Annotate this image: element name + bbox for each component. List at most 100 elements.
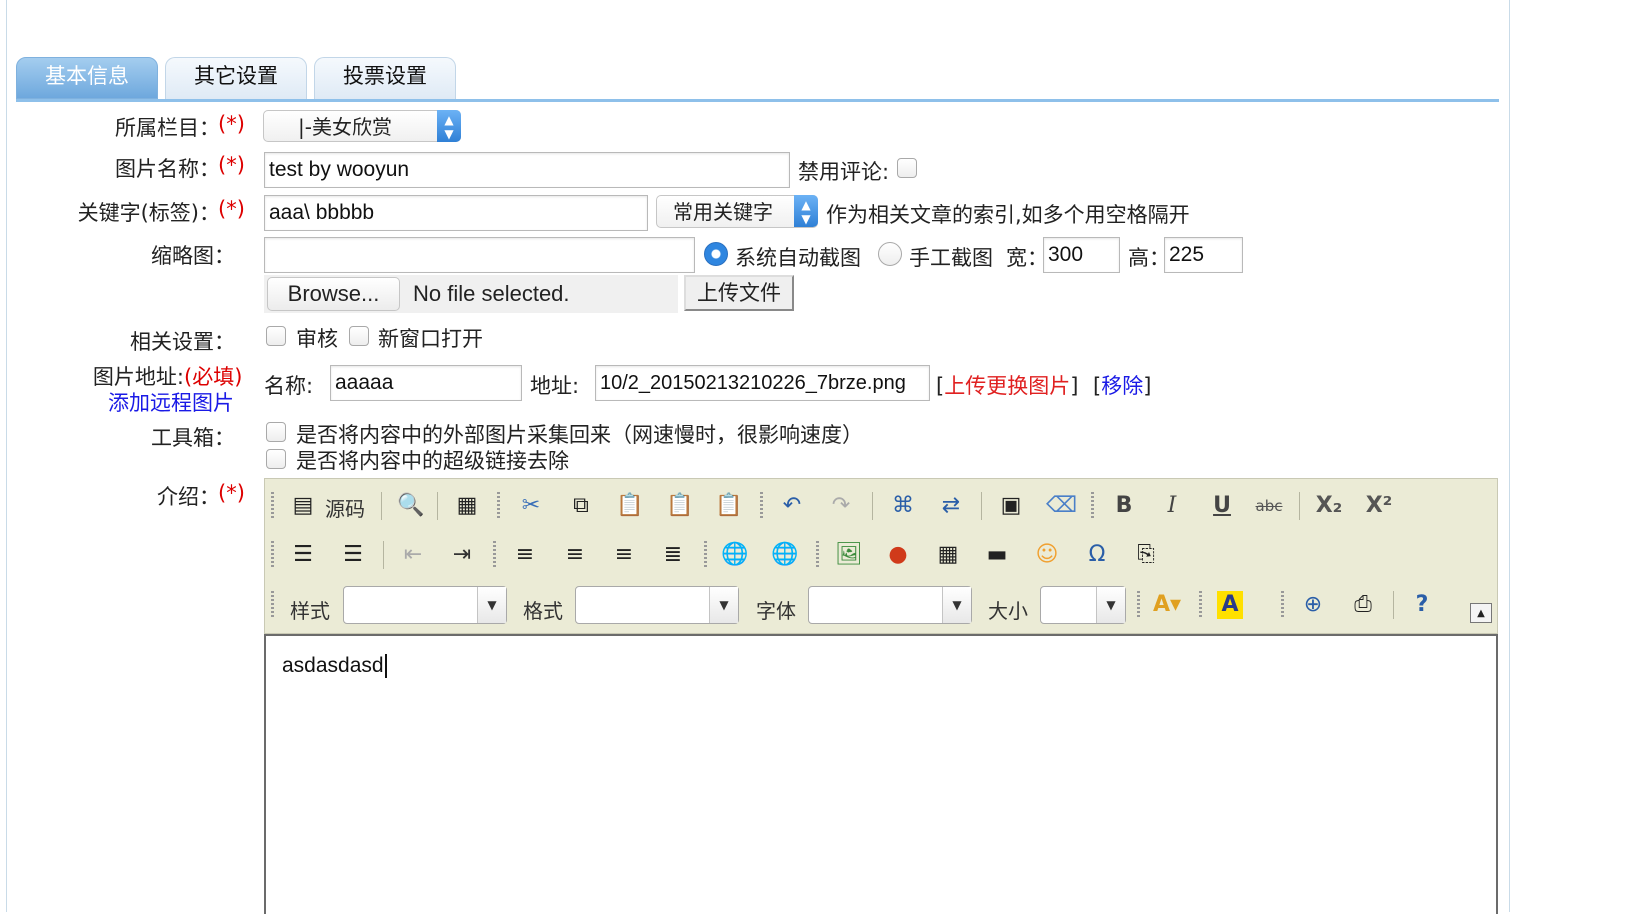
toolbar-separator xyxy=(1393,591,1394,619)
new-window-checkbox[interactable] xyxy=(349,326,369,346)
disable-comment-checkbox[interactable] xyxy=(897,158,917,178)
remove-links-checkbox[interactable] xyxy=(266,449,286,469)
related-settings-label: 相关设置： xyxy=(130,330,235,354)
required-mark: (*) xyxy=(218,481,245,505)
align-center-icon[interactable]: ≡ xyxy=(561,541,589,569)
page-break-icon[interactable]: ⎘ xyxy=(1132,541,1160,569)
add-remote-image-link[interactable]: 添加远程图片 xyxy=(108,387,234,417)
underline-icon[interactable]: U xyxy=(1208,492,1236,520)
text-color-icon[interactable]: A▾ xyxy=(1153,591,1181,619)
bracket-close: ] xyxy=(1070,374,1079,398)
unlink-icon[interactable]: 🌐 xyxy=(771,541,799,569)
help-icon[interactable]: ? xyxy=(1408,591,1436,619)
toolbox-label: 工具箱： xyxy=(151,426,235,450)
cut-icon[interactable]: ✂ xyxy=(517,492,545,520)
special-char-icon[interactable]: Ω xyxy=(1083,541,1111,569)
font-label: 字体 xyxy=(756,599,796,623)
template-icon[interactable]: ▦ xyxy=(453,492,481,520)
thumbnail-input[interactable] xyxy=(264,237,695,273)
remove-image-link[interactable]: 移除 xyxy=(1101,374,1143,398)
file-status: No file selected. xyxy=(413,281,570,306)
browse-button[interactable]: Browse... xyxy=(267,277,400,311)
upload-replace-image-link[interactable]: 上传更换图片 xyxy=(944,374,1070,398)
size-label: 大小 xyxy=(988,599,1028,623)
paste-text-icon[interactable]: 📋 xyxy=(666,492,694,520)
find-icon[interactable]: ⌘ xyxy=(889,492,917,520)
toolbar-separator xyxy=(381,492,382,520)
redo-icon[interactable]: ↷ xyxy=(827,492,855,520)
flash-icon[interactable]: ● xyxy=(884,541,912,569)
tab-other-settings[interactable]: 其它设置 xyxy=(165,57,307,99)
numbered-list-icon[interactable]: ☰ xyxy=(289,541,317,569)
smiley-icon[interactable]: ☺ xyxy=(1033,541,1061,569)
remove-format-icon[interactable]: ⌫ xyxy=(1046,492,1077,520)
source-button-label[interactable]: 源码 xyxy=(325,493,365,522)
category-label: 所属栏目： xyxy=(115,116,220,140)
bg-color-icon[interactable]: A xyxy=(1217,591,1243,619)
bold-icon[interactable]: B xyxy=(1110,492,1138,520)
justify-icon[interactable]: ≣ xyxy=(659,541,687,569)
select-all-icon[interactable]: ▣ xyxy=(997,492,1025,520)
paste-icon[interactable]: 📋 xyxy=(616,492,644,520)
width-input[interactable] xyxy=(1043,237,1120,273)
strike-icon[interactable]: abc xyxy=(1255,492,1283,520)
image-address-input[interactable] xyxy=(595,365,930,401)
keywords-hint: 作为相关文章的索引,如多个用空格隔开 xyxy=(826,203,1190,227)
upload-file-button[interactable]: 上传文件 xyxy=(684,275,794,311)
tab-basic-info[interactable]: 基本信息 xyxy=(16,57,158,99)
preview-icon[interactable]: 🔍 xyxy=(397,492,425,520)
style-combo[interactable]: ▼ xyxy=(343,586,507,624)
image-icon[interactable]: 🖼 xyxy=(835,541,863,569)
maximize-icon[interactable]: ⊕ xyxy=(1299,591,1327,619)
italic-icon[interactable]: I xyxy=(1158,492,1186,520)
table-icon[interactable]: ▦ xyxy=(934,541,962,569)
toolbar-grip xyxy=(704,541,707,569)
replace-icon[interactable]: ⇄ xyxy=(937,492,965,520)
toolbar-grip xyxy=(760,492,763,520)
source-icon[interactable]: ▤ xyxy=(289,492,317,520)
align-right-icon[interactable]: ≡ xyxy=(610,541,638,569)
size-combo[interactable]: ▼ xyxy=(1040,586,1126,624)
auto-crop-radio[interactable] xyxy=(704,242,728,266)
common-keywords-value: 常用关键字 xyxy=(673,200,773,224)
paste-word-icon[interactable]: 📋 xyxy=(715,492,743,520)
show-blocks-icon[interactable]: ⎙ xyxy=(1349,591,1377,619)
width-label: 宽： xyxy=(1006,246,1048,270)
tab-underline xyxy=(16,99,1499,102)
dropdown-arrow-icon: ▼ xyxy=(1096,587,1125,623)
copy-icon[interactable]: ⧉ xyxy=(567,492,595,520)
subscript-icon[interactable]: X₂ xyxy=(1315,492,1343,520)
toolbar-grip xyxy=(816,541,819,569)
editor-content-area[interactable]: asdasdasd xyxy=(264,634,1498,914)
collapse-toolbar-icon[interactable]: ▲ xyxy=(1470,603,1492,623)
undo-icon[interactable]: ↶ xyxy=(778,492,806,520)
toolbar-grip xyxy=(493,541,496,569)
align-left-icon[interactable]: ≡ xyxy=(511,541,539,569)
category-select[interactable]: |-美女欣赏 ▲ ▼ xyxy=(263,110,461,142)
title-label: 图片名称： xyxy=(115,157,220,181)
collect-images-checkbox[interactable] xyxy=(266,422,286,442)
format-combo[interactable]: ▼ xyxy=(575,586,739,624)
common-keywords-select[interactable]: 常用关键字 ▲ ▼ xyxy=(656,195,818,228)
height-input[interactable] xyxy=(1164,237,1243,273)
required-mark: (*) xyxy=(218,197,245,221)
select-arrow-icon: ▲ ▼ xyxy=(437,110,461,142)
manual-crop-radio[interactable] xyxy=(878,242,902,266)
review-checkbox[interactable] xyxy=(266,326,286,346)
keywords-input[interactable] xyxy=(264,195,648,231)
image-address-field-label: 地址: xyxy=(530,374,580,398)
outdent-icon[interactable]: ⇤ xyxy=(399,541,427,569)
link-icon[interactable]: 🌐 xyxy=(721,541,749,569)
image-name-input[interactable] xyxy=(330,365,522,401)
title-input[interactable] xyxy=(264,152,790,188)
manual-crop-label: 手工截图 xyxy=(909,246,993,270)
new-window-label: 新窗口打开 xyxy=(378,327,483,351)
toolbar-separator xyxy=(437,492,438,520)
tab-vote-settings[interactable]: 投票设置 xyxy=(314,57,456,99)
indent-icon[interactable]: ⇥ xyxy=(448,541,476,569)
bullet-list-icon[interactable]: ☰ xyxy=(339,541,367,569)
horizontal-rule-icon[interactable]: ▬ xyxy=(983,541,1011,569)
font-combo[interactable]: ▼ xyxy=(808,586,972,624)
toolbar-separator xyxy=(383,541,384,569)
superscript-icon[interactable]: X² xyxy=(1365,492,1393,520)
